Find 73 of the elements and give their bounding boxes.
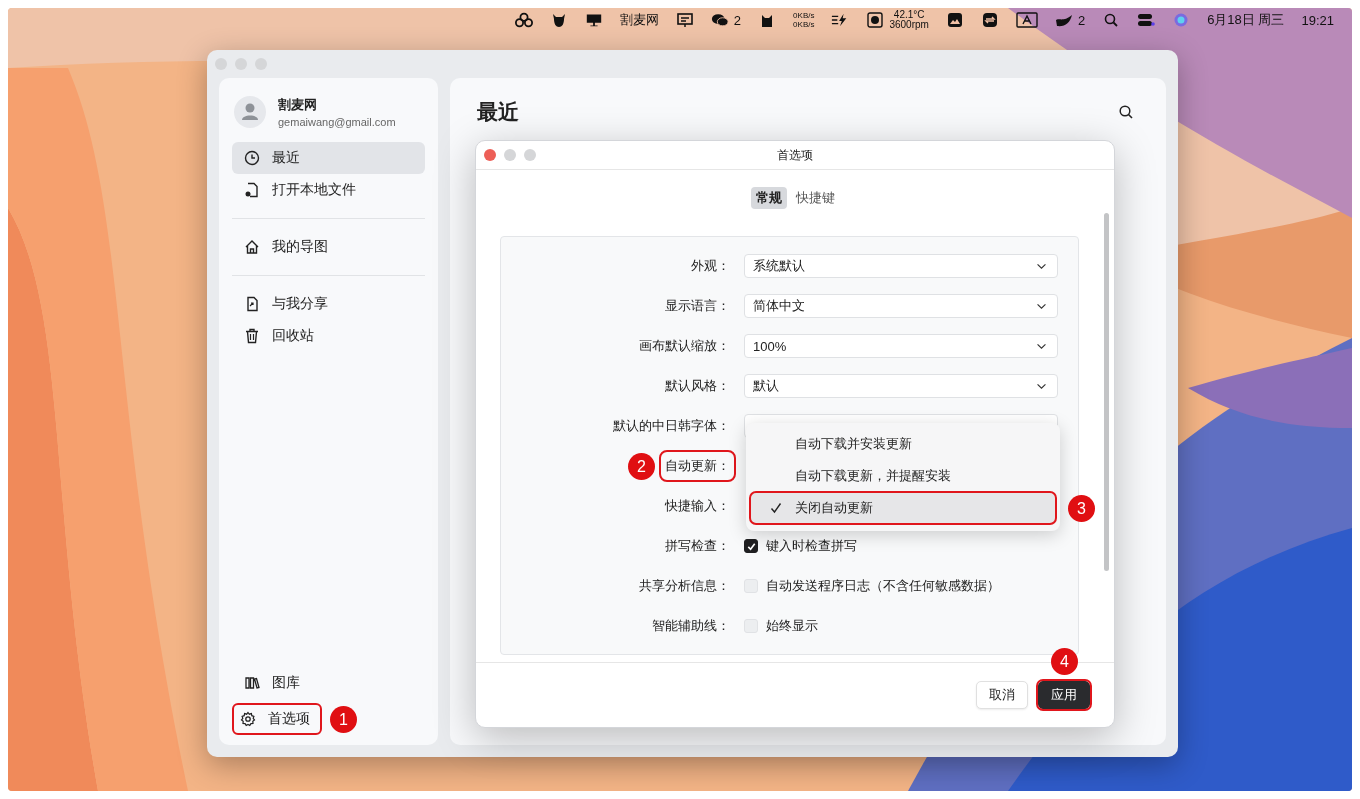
step-badge: 2 <box>628 453 655 480</box>
file-icon <box>244 182 260 198</box>
setting-label: 快捷输入： <box>664 497 731 515</box>
sidebar-item[interactable]: 与我分享 <box>232 288 425 320</box>
dialog-title: 首选项 <box>777 146 813 164</box>
cloud-icon[interactable] <box>514 12 533 28</box>
setting-label: 默认风格： <box>664 377 731 395</box>
page-title: 最近 <box>477 99 519 125</box>
cancel-button[interactable]: 取消 <box>976 681 1028 709</box>
step-badge: 3 <box>1068 495 1095 522</box>
settings-icon <box>240 711 256 727</box>
checkbox[interactable] <box>744 539 758 553</box>
setting-label: 自动更新： <box>661 452 734 480</box>
presentation-icon[interactable] <box>675 12 694 28</box>
cpu-temperature: 42.1°C <box>893 10 925 20</box>
keyboard-input-icon[interactable] <box>1015 12 1038 28</box>
setting-label: 智能辅助线： <box>651 617 731 635</box>
chevron-down-icon <box>1036 342 1047 350</box>
trash-icon <box>244 328 260 344</box>
step-badge: 4 <box>1051 648 1078 675</box>
fan-speed: 3600rpm <box>889 20 929 30</box>
sidebar-item[interactable]: 首选项 <box>232 703 322 735</box>
bird-icon[interactable] <box>1054 12 1073 28</box>
menu-item[interactable]: 自动下载并安装更新 <box>750 428 1056 460</box>
sidebar-item[interactable]: 图库 <box>232 667 425 699</box>
sidebar-item[interactable]: 最近 <box>232 142 425 174</box>
monitor-icon[interactable] <box>584 12 603 28</box>
select-field[interactable]: 默认 <box>744 374 1058 398</box>
apply-button[interactable]: 应用 <box>1038 681 1090 709</box>
clock-icon <box>244 150 260 166</box>
books-icon <box>244 675 260 691</box>
menu-bar-date[interactable]: 6月18日 周三 <box>1207 11 1285 29</box>
select-field[interactable]: 简体中文 <box>744 294 1058 318</box>
checkbox-label: 始终显示 <box>766 617 818 635</box>
download-speed: 0KB/s <box>793 20 815 29</box>
select-field[interactable]: 系统默认 <box>744 254 1058 278</box>
search-icon[interactable] <box>1118 104 1134 120</box>
upload-speed: 0KB/s <box>793 11 815 20</box>
checkbox-label: 键入时检查拼写 <box>766 537 857 555</box>
checkbox-label: 自动发送程序日志（不含任何敏感数据） <box>766 577 1000 595</box>
sidebar-item[interactable]: 回收站 <box>232 320 425 352</box>
chevron-down-icon <box>1036 302 1047 310</box>
sidebar-item[interactable]: 打开本地文件 <box>232 174 425 206</box>
setting-label: 显示语言： <box>664 297 731 315</box>
tab[interactable]: 快捷键 <box>790 187 840 209</box>
control-center-icon[interactable] <box>1137 12 1156 28</box>
menu-item[interactable]: 关闭自动更新 <box>750 492 1056 524</box>
avatar-icon[interactable] <box>234 96 266 128</box>
home-icon <box>244 239 260 255</box>
scrollbar[interactable] <box>1104 213 1109 571</box>
chevron-down-icon <box>1036 382 1047 390</box>
chat-count: 2 <box>733 12 742 28</box>
close-light[interactable] <box>484 149 496 161</box>
checkmark-icon <box>770 502 782 514</box>
menu-bar-app-name[interactable]: 割麦网 <box>619 11 659 29</box>
user-email: gemaiwang@gmail.com <box>278 116 396 128</box>
sidebar-item[interactable]: 我的导图 <box>232 231 425 263</box>
share-icon <box>244 296 260 312</box>
step-badge: 1 <box>330 706 357 733</box>
chevron-down-icon <box>1036 262 1047 270</box>
fan-icon[interactable] <box>866 12 885 28</box>
setting-label: 默认的中日韩字体： <box>612 417 731 435</box>
chat-icon[interactable] <box>710 12 729 28</box>
menu-bar-time[interactable]: 19:21 <box>1301 12 1334 28</box>
tray-count: 2 <box>1077 12 1086 28</box>
setting-label: 画布默认缩放： <box>638 337 731 355</box>
user-name: 割麦网 <box>278 96 318 114</box>
tab[interactable]: 常规 <box>750 187 787 209</box>
select-field[interactable]: 100% <box>744 334 1058 358</box>
setting-label: 共享分析信息： <box>638 577 731 595</box>
menu-item[interactable]: 自动下载更新，并提醒安装 <box>750 460 1056 492</box>
setting-label: 外观： <box>690 257 731 275</box>
setting-label: 拼写检查： <box>664 537 731 555</box>
